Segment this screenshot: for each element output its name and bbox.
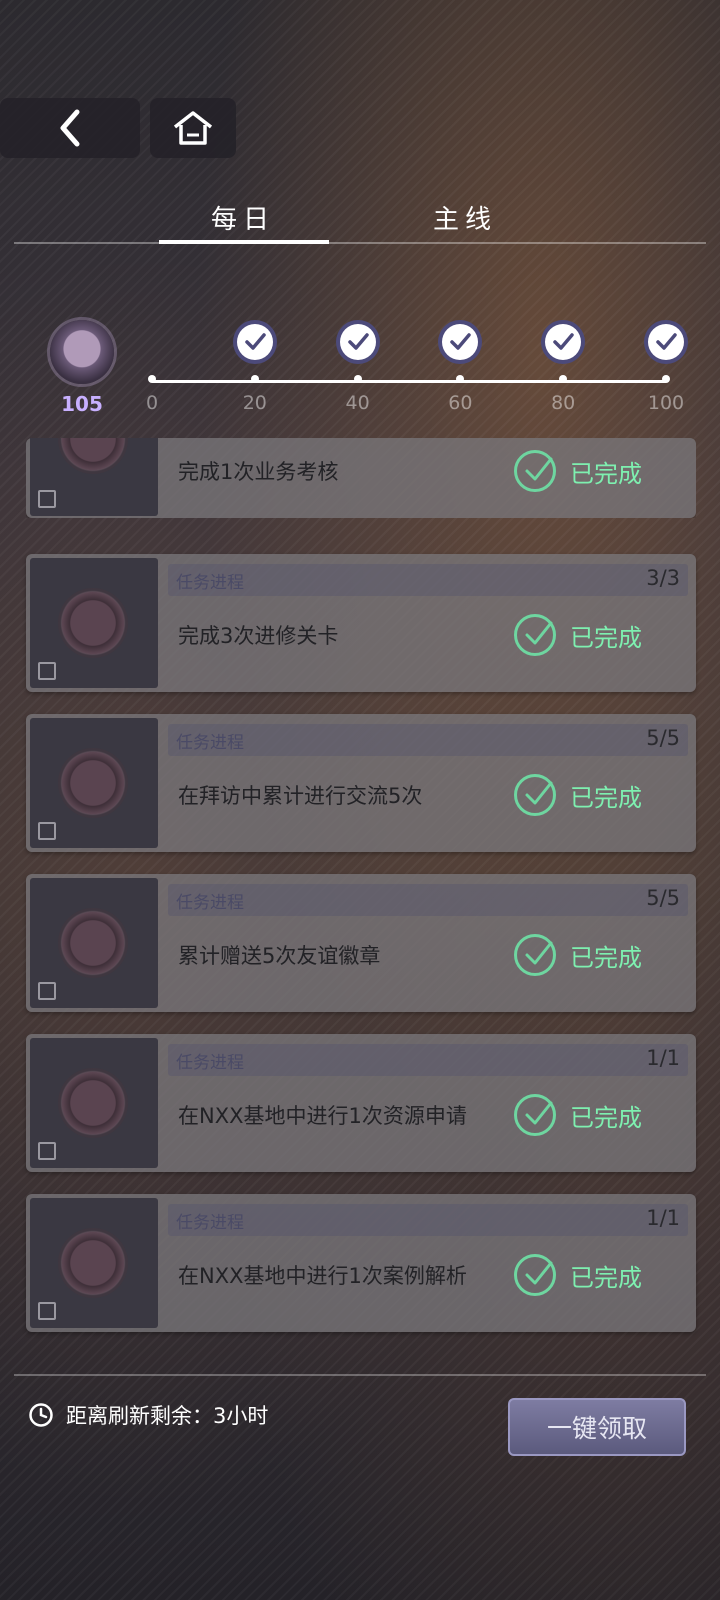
tab-daily[interactable]: 每日 — [158, 200, 328, 240]
progress-track — [152, 380, 666, 383]
check-circle-icon — [514, 450, 556, 492]
copy-icon — [38, 982, 56, 1000]
copy-icon — [38, 662, 56, 680]
refresh-timer: 距离刷新剩余：3小时 — [28, 1400, 268, 1430]
milestone-reward-check-icon[interactable] — [648, 324, 684, 360]
copy-icon — [38, 1302, 56, 1320]
activity-progress: 105 0 20 40 60 80 100 — [0, 320, 720, 420]
task-title: 完成1次业务考核 — [178, 460, 339, 484]
task-status-text: 已完成 — [570, 623, 642, 652]
task-status: 已完成 — [514, 612, 642, 658]
task-status: 已完成 — [514, 1092, 642, 1138]
task-card[interactable]: 任务进程 3/3 完成3次进修关卡 已完成 — [26, 554, 696, 692]
milestone-label: 0 — [145, 392, 159, 414]
task-reward-thumbnail — [30, 558, 158, 688]
task-card[interactable]: 完成1次业务考核 已完成 — [26, 438, 696, 518]
task-status: 已完成 — [514, 1252, 642, 1298]
milestone-label: 80 — [551, 392, 576, 414]
tab-main[interactable]: 主线 — [380, 200, 550, 240]
task-progress-label: 任务进程 — [176, 733, 244, 753]
check-circle-icon — [514, 1254, 556, 1296]
task-title: 在NXX基地中进行1次资源申请 — [178, 1104, 467, 1128]
badge-coin-icon — [58, 908, 128, 978]
task-progress-count: 3/3 — [646, 566, 680, 590]
task-title: 在NXX基地中进行1次案例解析 — [178, 1264, 467, 1288]
task-card[interactable]: 任务进程 1/1 在NXX基地中进行1次案例解析 已完成 — [26, 1194, 696, 1332]
task-title: 完成3次进修关卡 — [178, 624, 339, 648]
task-progress-header: 任务进程 1/1 — [168, 1204, 688, 1236]
task-progress-header: 任务进程 5/5 — [168, 884, 688, 916]
task-status-text: 已完成 — [570, 1263, 642, 1292]
task-progress-count: 5/5 — [646, 726, 680, 750]
check-circle-icon — [514, 774, 556, 816]
check-circle-icon — [514, 934, 556, 976]
milestone-reward-check-icon[interactable] — [339, 324, 376, 360]
tab-bar: 每日 主线 — [14, 200, 706, 244]
task-progress-header: 任务进程 3/3 — [168, 564, 688, 596]
badge-coin-icon — [58, 1228, 128, 1298]
activity-medal-icon — [50, 320, 114, 384]
task-card[interactable]: 任务进程 5/5 在拜访中累计进行交流5次 已完成 — [26, 714, 696, 852]
milestone-reward-check-icon[interactable] — [442, 324, 479, 360]
task-card[interactable]: 任务进程 1/1 在NXX基地中进行1次资源申请 已完成 — [26, 1034, 696, 1172]
clock-icon — [29, 1403, 53, 1427]
claim-all-button[interactable]: 一键领取 — [508, 1398, 686, 1456]
task-progress-count: 1/1 — [646, 1206, 680, 1230]
task-reward-thumbnail — [30, 1198, 158, 1328]
badge-coin-icon — [58, 1068, 128, 1138]
task-title: 在拜访中累计进行交流5次 — [178, 784, 423, 808]
milestone-label: 100 — [647, 392, 685, 414]
task-progress-count: 5/5 — [646, 886, 680, 910]
task-progress-count: 1/1 — [646, 1046, 680, 1070]
copy-icon — [38, 490, 56, 508]
task-progress-header: 任务进程 1/1 — [168, 1044, 688, 1076]
task-status-text: 已完成 — [570, 943, 642, 972]
task-reward-thumbnail — [30, 1038, 158, 1168]
home-icon — [173, 111, 213, 145]
copy-icon — [38, 1142, 56, 1160]
milestone-dot — [662, 375, 670, 383]
chevron-left-icon — [60, 109, 80, 147]
milestone-label: 40 — [345, 392, 370, 414]
task-status: 已完成 — [514, 772, 642, 818]
task-status-text: 已完成 — [570, 1103, 642, 1132]
task-title: 累计赠送5次友谊徽章 — [178, 944, 381, 968]
milestone-label: 60 — [448, 392, 473, 414]
check-circle-icon — [514, 1094, 556, 1136]
copy-icon — [38, 822, 56, 840]
home-button[interactable] — [150, 98, 236, 158]
milestone-reward-check-icon[interactable] — [236, 324, 273, 360]
activity-points: 105 — [61, 392, 103, 416]
tab-active-indicator — [159, 240, 329, 244]
badge-coin-icon — [58, 748, 128, 818]
task-status-text: 已完成 — [570, 459, 642, 488]
milestone-dot — [353, 375, 362, 383]
task-card[interactable]: 任务进程 5/5 累计赠送5次友谊徽章 已完成 — [26, 874, 696, 1012]
badge-coin-icon — [58, 588, 128, 658]
task-progress-label: 任务进程 — [176, 893, 244, 913]
task-status: 已完成 — [514, 932, 642, 978]
task-reward-thumbnail — [30, 878, 158, 1008]
refresh-text: 距离刷新剩余：3小时 — [66, 1404, 269, 1428]
milestone-dot — [250, 375, 259, 383]
footer-divider — [14, 1374, 706, 1376]
milestone-reward-check-icon[interactable] — [545, 324, 582, 360]
task-reward-thumbnail — [30, 718, 158, 848]
task-progress-header: 任务进程 5/5 — [168, 724, 688, 756]
milestone-dot — [148, 375, 156, 383]
task-reward-thumbnail — [30, 438, 158, 516]
tab-divider — [14, 242, 706, 244]
task-progress-label: 任务进程 — [176, 1213, 244, 1233]
check-circle-icon — [514, 614, 556, 656]
task-progress-label: 任务进程 — [176, 1053, 244, 1073]
task-progress-label: 任务进程 — [176, 573, 244, 593]
task-status-text: 已完成 — [570, 783, 642, 812]
back-button[interactable] — [0, 98, 140, 158]
task-status: 已完成 — [514, 448, 642, 494]
milestone-label: 20 — [242, 392, 267, 414]
